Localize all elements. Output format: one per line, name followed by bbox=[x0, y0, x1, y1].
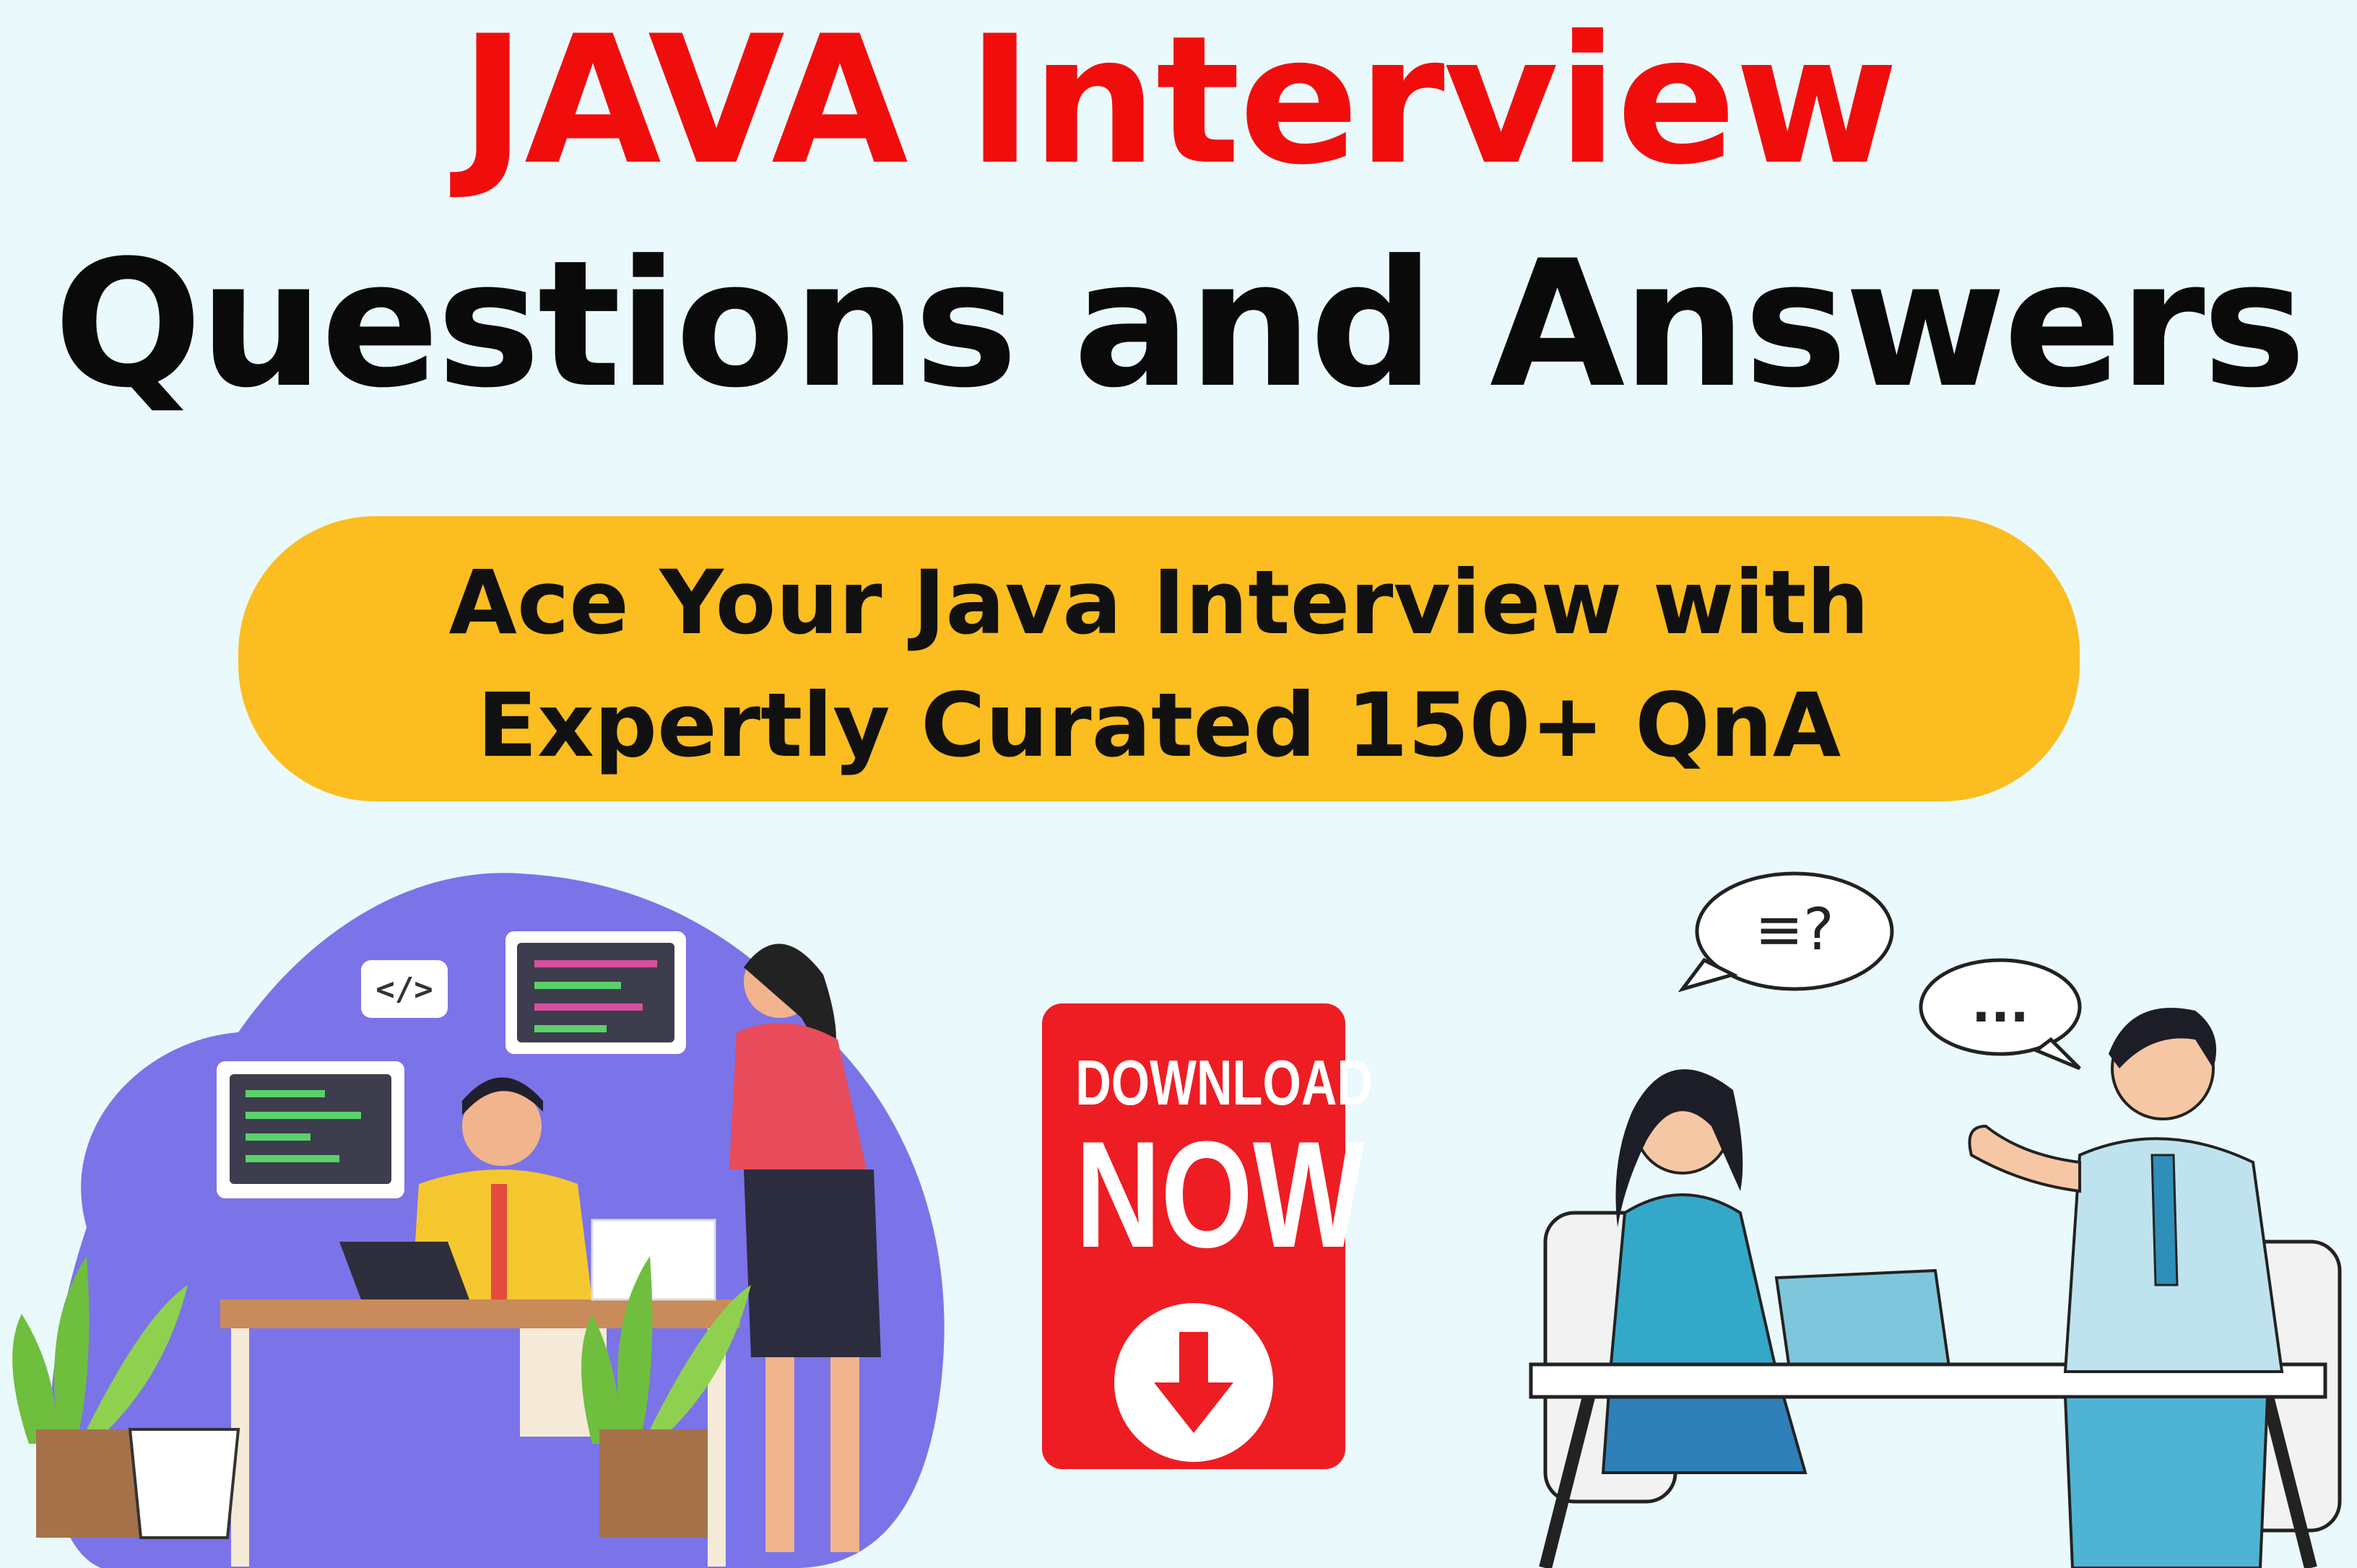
title-line-2: Questions and Answers bbox=[53, 223, 2306, 427]
office-coding-illustration: </> bbox=[12, 873, 945, 1568]
interviewee-jacket bbox=[1608, 1193, 1779, 1373]
speech-bubble-question-text: ≡? bbox=[1755, 896, 1834, 963]
speech-bubble-ellipsis-text: ... bbox=[1971, 975, 2029, 1034]
tagline-line-2: Expertly Curated 150+ QnA bbox=[477, 674, 1841, 777]
laptop bbox=[339, 1242, 469, 1299]
waste-basket bbox=[128, 1428, 240, 1539]
woman-top bbox=[729, 1023, 867, 1170]
now-label: NOW bbox=[1075, 1110, 1365, 1279]
interviewer-trousers bbox=[2063, 1395, 2270, 1568]
tagline-line-1: Ace Your Java Interview with bbox=[448, 552, 1870, 654]
arrow-down-icon bbox=[1114, 1303, 1273, 1462]
desk-top bbox=[220, 1299, 740, 1328]
code-window-right bbox=[505, 931, 686, 1054]
paper-stack bbox=[591, 1219, 716, 1301]
download-label: DOWNLOAD bbox=[1075, 1047, 1373, 1118]
woman-skirt bbox=[744, 1170, 881, 1357]
title-line-1: JAVA Interview bbox=[460, 0, 1898, 204]
code-tag-text: </> bbox=[376, 971, 433, 1008]
code-window-left bbox=[217, 1061, 404, 1198]
interview-illustration: ≡? ... bbox=[1529, 871, 2342, 1568]
